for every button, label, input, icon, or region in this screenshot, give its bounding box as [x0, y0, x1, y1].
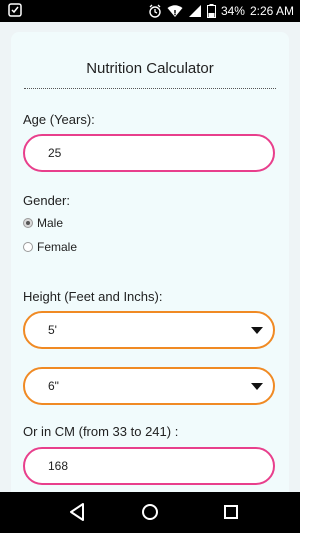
height-label: Height (Feet and Inchs):	[23, 289, 163, 304]
status-bar: 34% 2:26 AM	[0, 0, 300, 22]
cm-label: Or in CM (from 33 to 241) :	[23, 424, 179, 439]
app-notification-icon	[8, 3, 22, 17]
age-input[interactable]: 25	[23, 134, 275, 172]
male-label: Male	[37, 216, 64, 230]
cm-value: 168	[48, 459, 69, 473]
page-title: Nutrition Calculator	[86, 60, 214, 77]
app-content: Nutrition Calculator Age (Years): 25 Gen…	[0, 22, 300, 492]
status-icons: 34% 2:26 AM	[148, 0, 294, 22]
female-radio[interactable]	[23, 242, 33, 252]
height-feet-select[interactable]: 5'	[23, 311, 275, 349]
gender-option-female[interactable]: Female	[23, 240, 77, 254]
calculator-card: Nutrition Calculator Age (Years): 25 Gen…	[11, 32, 289, 492]
recents-icon[interactable]	[222, 502, 240, 527]
height-inches-value: 6"	[48, 379, 59, 393]
male-radio[interactable]	[23, 218, 33, 228]
gender-label: Gender:	[23, 193, 70, 208]
wifi-icon	[167, 4, 183, 18]
alarm-icon	[148, 4, 162, 18]
clock: 2:26 AM	[249, 4, 294, 18]
battery-percent: 34%	[220, 4, 245, 18]
female-label: Female	[37, 240, 78, 254]
gender-option-male[interactable]: Male	[23, 216, 63, 230]
back-icon[interactable]	[68, 502, 86, 527]
height-inches-select[interactable]: 6"	[23, 367, 275, 405]
title-divider	[24, 88, 276, 89]
age-value: 25	[48, 146, 62, 160]
navigation-bar	[0, 492, 300, 533]
signal-icon	[188, 4, 202, 18]
cm-input[interactable]: 168	[23, 447, 275, 485]
height-feet-value: 5'	[48, 323, 57, 337]
dropdown-caret-icon	[251, 327, 263, 334]
battery-icon	[206, 4, 216, 18]
home-icon[interactable]	[141, 502, 159, 527]
age-label: Age (Years):	[23, 112, 95, 127]
dropdown-caret-icon	[251, 383, 263, 390]
